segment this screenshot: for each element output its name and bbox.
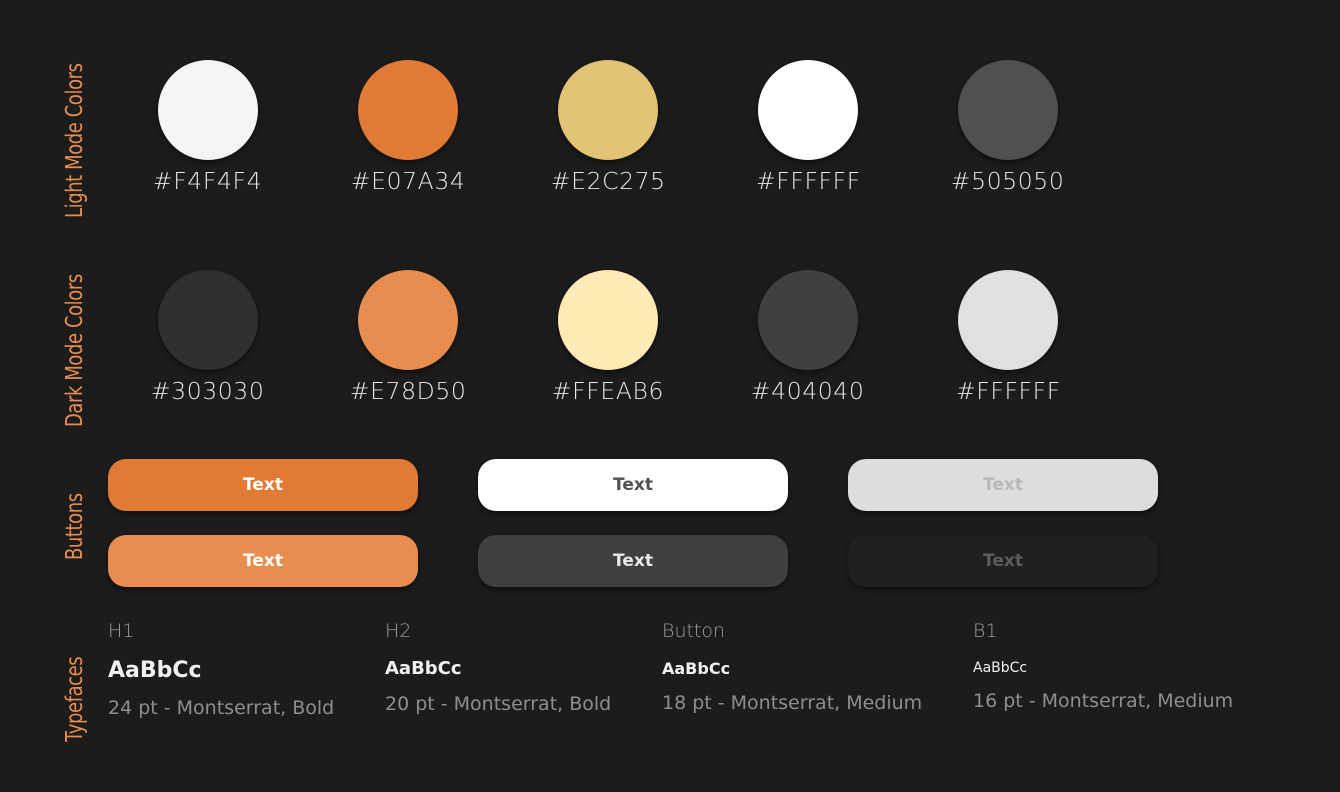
typeface-sample: AaBbCc	[385, 658, 462, 679]
color-swatch: #E07A34	[308, 60, 508, 195]
color-circle	[558, 60, 658, 160]
disabled-button-dark[interactable]: Text	[848, 535, 1158, 587]
section-label-buttons: Buttons	[62, 493, 88, 560]
typeface-sample: AaBbCc	[108, 658, 202, 683]
typeface-h1: H1 AaBbCc 24 pt - Montserrat, Bold	[108, 620, 334, 719]
color-circle	[958, 60, 1058, 160]
typeface-description: 24 pt - Montserrat, Bold	[108, 697, 335, 719]
color-hex-label: #E07A34	[350, 169, 466, 195]
color-hex-label: #505050	[951, 169, 1065, 195]
color-circle	[358, 270, 458, 370]
primary-button-light[interactable]: Text	[108, 459, 418, 511]
secondary-button-dark[interactable]: Text	[478, 535, 788, 587]
typeface-button: Button AaBbCc 18 pt - Montserrat, Medium	[662, 620, 922, 714]
color-swatch: #FFEAB6	[508, 270, 708, 405]
light-mode-palette: #F4F4F4 #E07A34 #E2C275 #FFFFFF #505050	[108, 60, 1108, 195]
typeface-name: Button	[662, 620, 726, 642]
typeface-description: 18 pt - Montserrat, Medium	[662, 692, 923, 714]
color-circle	[558, 270, 658, 370]
color-swatch: #303030	[108, 270, 308, 405]
typeface-sample: AaBbCc	[662, 659, 731, 678]
color-hex-label: #303030	[151, 379, 265, 405]
color-swatch: #505050	[908, 60, 1108, 195]
disabled-button-light[interactable]: Text	[848, 459, 1158, 511]
color-swatch: #FFFFFF	[908, 270, 1108, 405]
color-circle	[958, 270, 1058, 370]
typeface-sample: AaBbCc	[973, 660, 1028, 676]
color-circle	[358, 60, 458, 160]
color-hex-label: #FFEAB6	[551, 379, 665, 405]
color-hex-label: #F4F4F4	[153, 169, 263, 195]
section-label-dark-mode: Dark Mode Colors	[62, 274, 88, 427]
color-hex-label: #404040	[751, 379, 865, 405]
typeface-name: B1	[973, 620, 998, 642]
secondary-button-light[interactable]: Text	[478, 459, 788, 511]
color-hex-label: #E78D50	[349, 379, 467, 405]
color-hex-label: #FFFFFF	[955, 379, 1061, 405]
typeface-h2: H2 AaBbCc 20 pt - Montserrat, Bold	[385, 620, 611, 715]
color-swatch: #F4F4F4	[108, 60, 308, 195]
color-hex-label: #E2C275	[550, 169, 666, 195]
typeface-name: H2	[385, 620, 412, 642]
color-circle	[158, 60, 258, 160]
color-swatch: #404040	[708, 270, 908, 405]
typeface-description: 20 pt - Montserrat, Bold	[385, 693, 612, 715]
section-label-typefaces: Typefaces	[62, 656, 88, 742]
section-label-light-mode: Light Mode Colors	[62, 63, 88, 218]
typeface-b1: B1 AaBbCc 16 pt - Montserrat, Medium	[973, 620, 1233, 712]
primary-button-dark[interactable]: Text	[108, 535, 418, 587]
color-swatch: #E2C275	[508, 60, 708, 195]
typeface-description: 16 pt - Montserrat, Medium	[973, 690, 1234, 712]
color-circle	[758, 60, 858, 160]
color-hex-label: #FFFFFF	[755, 169, 861, 195]
dark-mode-palette: #303030 #E78D50 #FFEAB6 #404040 #FFFFFF	[108, 270, 1108, 405]
color-swatch: #FFFFFF	[708, 60, 908, 195]
color-swatch: #E78D50	[308, 270, 508, 405]
color-circle	[758, 270, 858, 370]
color-circle	[158, 270, 258, 370]
typeface-name: H1	[108, 620, 135, 642]
